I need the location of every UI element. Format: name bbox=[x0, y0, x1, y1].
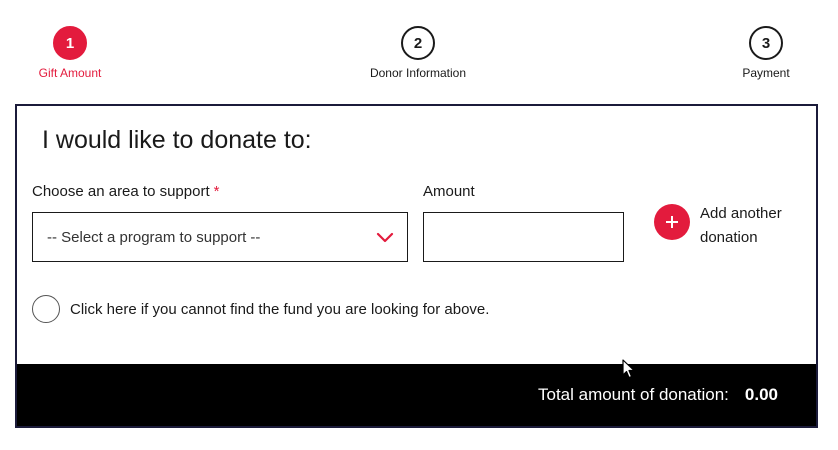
step-label: Gift Amount bbox=[38, 66, 102, 80]
amount-input[interactable] bbox=[423, 212, 624, 262]
total-value: 0.00 bbox=[744, 385, 778, 404]
add-another-donation-button[interactable]: Add another donation bbox=[654, 202, 810, 250]
step-donor-information[interactable]: 2 Donor Information bbox=[348, 26, 488, 80]
required-marker: * bbox=[213, 183, 220, 200]
step-number: 3 bbox=[749, 26, 783, 60]
area-label-text: Choose an area to support bbox=[32, 183, 210, 200]
total-bar: Total amount of donation: 0.00 bbox=[17, 364, 816, 426]
add-another-label: Add another donation bbox=[700, 205, 782, 246]
step-number: 1 bbox=[53, 26, 87, 60]
donation-title: I would like to donate to: bbox=[42, 126, 312, 154]
step-payment[interactable]: 3 Payment bbox=[696, 26, 836, 80]
step-label: Payment bbox=[742, 66, 790, 80]
step-gift-amount[interactable]: 1 Gift Amount bbox=[0, 26, 140, 80]
program-select[interactable]: -- Select a program to support -- bbox=[32, 212, 408, 262]
step-label: Donor Information bbox=[369, 66, 467, 80]
amount-label: Amount bbox=[423, 183, 475, 200]
progress-stepper: 1 Gift Amount 2 Donor Information 3 Paym… bbox=[0, 0, 838, 100]
step-number: 2 bbox=[401, 26, 435, 60]
radio-button[interactable] bbox=[32, 295, 60, 323]
donation-card: I would like to donate to: Choose an are… bbox=[15, 104, 818, 428]
chevron-down-icon bbox=[376, 232, 394, 243]
cannot-find-fund-option[interactable]: Click here if you cannot find the fund y… bbox=[32, 295, 489, 323]
plus-icon bbox=[654, 204, 690, 240]
area-label: Choose an area to support * bbox=[32, 183, 219, 200]
total-label: Total amount of donation: bbox=[537, 385, 729, 404]
cannot-find-fund-label: Click here if you cannot find the fund y… bbox=[70, 300, 490, 318]
program-select-value: -- Select a program to support -- bbox=[47, 228, 261, 246]
